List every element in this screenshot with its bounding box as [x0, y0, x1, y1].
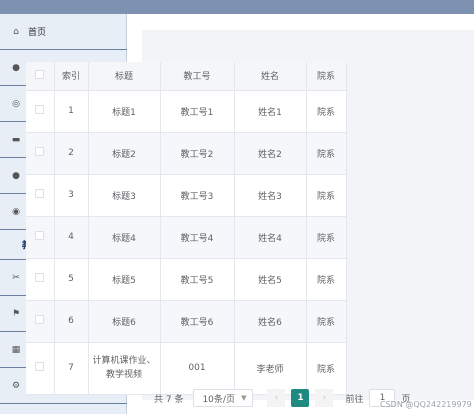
table-cell: 7: [54, 342, 89, 395]
row-select-cell[interactable]: [26, 132, 55, 175]
table-row[interactable]: 7 计算机课作业、教学视频 001 李老师 院系: [26, 342, 347, 395]
table-cell: 教工号5: [160, 258, 235, 301]
row-select-cell[interactable]: [26, 342, 55, 395]
person-icon: ●: [12, 170, 20, 181]
table-cell: 姓名1: [234, 90, 307, 133]
row-checkbox[interactable]: [35, 315, 45, 324]
table-cell: 教工号4: [160, 216, 235, 259]
table-cell: 姓名3: [234, 174, 307, 217]
table-cell: 标题3: [88, 174, 161, 217]
table-cell: 姓名2: [234, 132, 307, 175]
table-row[interactable]: 5 标题5 教工号5 姓名5 院系: [26, 258, 347, 301]
table-cell: 6: [54, 300, 89, 343]
table-cell: 李老师: [234, 342, 307, 395]
flag-icon: ⚑: [11, 308, 21, 319]
table-cell: 院系: [306, 174, 347, 217]
table-cell: 教工号6: [160, 300, 235, 343]
table-cell: 院系: [306, 342, 347, 395]
briefcase-icon: ▬: [11, 134, 21, 145]
select-all-header[interactable]: [26, 62, 55, 91]
row-select-cell[interactable]: [26, 90, 55, 133]
table-cell: 4: [54, 216, 89, 259]
table-cell: 3: [54, 174, 89, 217]
table-cell: 姓名6: [234, 300, 307, 343]
column-header: 教工号: [160, 62, 235, 91]
page-number-button[interactable]: 1: [291, 389, 310, 407]
table-cell: 院系: [306, 90, 347, 133]
ticket-icon: ✂: [12, 272, 20, 283]
settings-icon: ⚙: [11, 380, 21, 391]
row-checkbox[interactable]: [35, 105, 45, 114]
page-size-value: 10条/页: [202, 394, 235, 405]
column-header: 院系: [306, 62, 347, 91]
row-checkbox[interactable]: [35, 147, 45, 156]
select-all-checkbox[interactable]: [35, 69, 45, 79]
prev-page-button[interactable]: ‹: [267, 389, 286, 407]
table-cell: 计算机课作业、教学视频: [88, 342, 161, 395]
location-icon: ◉: [12, 206, 20, 217]
row-checkbox[interactable]: [35, 189, 45, 198]
goto-label: 前往: [345, 394, 364, 405]
home-icon: ⌂: [13, 26, 19, 37]
table-cell: 院系: [306, 300, 347, 343]
table-cell: 院系: [306, 132, 347, 175]
page-size-select[interactable]: 10条/页 ▼: [193, 389, 254, 407]
row-checkbox[interactable]: [35, 273, 45, 282]
table-row[interactable]: 3 标题3 教工号3 姓名3 院系: [26, 174, 347, 217]
table-row[interactable]: 1 标题1 教工号1 姓名1 院系: [26, 90, 347, 133]
column-header: 姓名: [234, 62, 307, 91]
teacher-icon: ◎: [12, 98, 20, 109]
table-cell: 5: [54, 258, 89, 301]
table-cell: 1: [54, 90, 89, 133]
chevron-down-icon: ▼: [241, 394, 247, 402]
table-cell: 姓名4: [234, 216, 307, 259]
row-select-cell[interactable]: [26, 216, 55, 259]
table-cell: 001: [160, 342, 235, 395]
table-cell: 2: [54, 132, 89, 175]
table-header-row: 索引 标题 教工号 姓名 院系: [26, 62, 347, 91]
table-cell: 标题2: [88, 132, 161, 175]
top-bar: [0, 0, 474, 14]
pagination: 共 7 条 10条/页 ▼ ‹ 1 › 前往 1 页: [154, 388, 410, 408]
row-checkbox[interactable]: [35, 231, 45, 240]
table-cell: 院系: [306, 258, 347, 301]
table-cell: 姓名5: [234, 258, 307, 301]
column-header: 索引: [54, 62, 89, 91]
column-header: 标题: [88, 62, 161, 91]
table-row[interactable]: 2 标题2 教工号2 姓名2 院系: [26, 132, 347, 175]
row-select-cell[interactable]: [26, 300, 55, 343]
table-cell: 标题1: [88, 90, 161, 133]
table-row[interactable]: 4 标题4 教工号4 姓名4 院系: [26, 216, 347, 259]
sidebar-item-label: 首页: [28, 28, 47, 38]
sidebar-item-1[interactable]: ⌂ 首页: [0, 14, 127, 50]
row-select-cell[interactable]: [26, 258, 55, 301]
table-row[interactable]: 6 标题6 教工号6 姓名6 院系: [26, 300, 347, 343]
row-checkbox[interactable]: [35, 362, 45, 371]
data-table: 索引 标题 教工号 姓名 院系 1 标题1 教工号1 姓名1 院系 2 标题2 教工号2 姓名2 院系 3 标…: [26, 62, 347, 395]
next-page-button[interactable]: ›: [315, 389, 334, 407]
watermark: CSDN @QQ242219979: [380, 400, 472, 409]
table-cell: 标题4: [88, 216, 161, 259]
pagination-total: 共 7 条: [154, 394, 184, 405]
row-select-cell[interactable]: [26, 174, 55, 217]
table-cell: 标题5: [88, 258, 161, 301]
user-icon: ●: [12, 62, 20, 73]
table-cell: 标题6: [88, 300, 161, 343]
table-cell: 院系: [306, 216, 347, 259]
table-cell: 教工号3: [160, 174, 235, 217]
table-cell: 教工号1: [160, 90, 235, 133]
table-cell: 教工号2: [160, 132, 235, 175]
grid-icon: ▦: [11, 344, 21, 355]
